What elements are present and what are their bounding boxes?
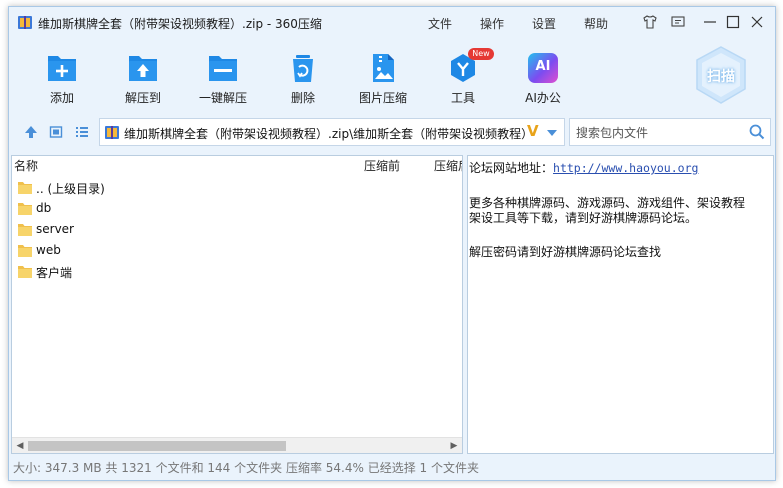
delete-button[interactable]: 删除: [268, 47, 338, 107]
verified-v-icon: V: [527, 122, 539, 140]
menu-help[interactable]: 帮助: [584, 15, 608, 32]
one-click-extract-label: 一键解压: [198, 91, 247, 105]
one-click-extract-button[interactable]: 一键解压: [188, 47, 258, 107]
delete-label: 删除: [290, 91, 315, 105]
archive-path-icon: [105, 126, 119, 139]
search-icon: [749, 124, 765, 140]
add-label: 添加: [49, 91, 74, 105]
forum-link[interactable]: http://www.haoyou.org: [553, 161, 698, 175]
forum-line: 论坛网站地址：http://www.haoyou.org: [469, 159, 698, 176]
file-row-name: db: [36, 201, 52, 215]
file-list-panel[interactable]: 名称 压缩前 压缩后 .. (上级目录) db server web 客户端 ◀…: [11, 155, 463, 454]
file-row-name: .. (上级目录): [36, 182, 105, 196]
thumbnail-view-icon: [49, 126, 63, 138]
file-row-client[interactable]: 客户端: [18, 262, 318, 282]
trash-icon: [293, 55, 313, 82]
new-badge-text: New: [472, 49, 490, 58]
menu-settings[interactable]: 设置: [532, 15, 556, 32]
view-thumbnail-button[interactable]: [46, 122, 66, 142]
archive-app-icon: [18, 16, 32, 29]
menu-operate[interactable]: 操作: [480, 15, 504, 32]
column-size-before[interactable]: 压缩前: [364, 156, 400, 176]
add-file-icon: [48, 56, 76, 81]
horizontal-scrollbar[interactable]: ◀ ▶: [12, 437, 462, 453]
image-compress-icon: [373, 54, 394, 82]
tools-label: 工具: [450, 91, 475, 105]
close-icon[interactable]: [748, 13, 766, 31]
column-size-after[interactable]: 压缩后: [434, 156, 462, 176]
image-compress-button[interactable]: 图片压缩: [348, 47, 418, 107]
folder-icon: [18, 203, 32, 215]
file-row-web[interactable]: web: [18, 241, 318, 261]
extract-folder-icon: [129, 56, 157, 81]
minimize-icon[interactable]: [701, 13, 719, 31]
maximize-icon[interactable]: [724, 13, 742, 31]
folder-icon: [18, 182, 32, 194]
folder-icon: [18, 224, 32, 236]
menu-file[interactable]: 文件: [428, 15, 452, 32]
tools-button[interactable]: New 工具: [428, 47, 498, 107]
window-title: 维加斯棋牌全套（附带架设视频教程）.zip - 360压缩: [38, 17, 322, 31]
title-bar[interactable]: 维加斯棋牌全套（附带架设视频教程）.zip - 360压缩 文件 操作 设置 帮…: [9, 7, 775, 37]
path-dropdown-button[interactable]: [543, 124, 561, 142]
archive-comment-panel: 论坛网站地址：http://www.haoyou.org 更多各种棋牌源码、游戏…: [467, 155, 774, 454]
info-line-3: 架设工具等下载，请到好游棋牌源码论坛。: [469, 211, 698, 225]
ai-office-label: AI办公: [525, 91, 561, 105]
column-name[interactable]: 名称: [14, 156, 38, 176]
info-line-4: 解压密码请到好游棋牌源码论坛查找: [469, 245, 662, 259]
ai-icon-text: AI: [535, 59, 551, 74]
extract-to-button[interactable]: 解压到: [108, 47, 178, 107]
file-row-name: web: [36, 243, 61, 257]
extract-to-label: 解压到: [124, 91, 161, 105]
new-badge: New: [468, 48, 494, 60]
file-row-name: server: [36, 222, 74, 236]
search-box[interactable]: [569, 118, 771, 146]
feedback-icon[interactable]: [669, 13, 687, 31]
scan-label: 扫描: [707, 69, 735, 85]
folder-icon: [18, 245, 32, 257]
add-button[interactable]: 添加: [27, 47, 97, 107]
file-row-db[interactable]: db: [18, 199, 318, 219]
scan-button[interactable]: 扫描: [693, 45, 749, 107]
path-text: 维加斯棋牌全套（附带架设视频教程）.zip\维加斯全套（附带架设视频教程）: [124, 127, 529, 141]
skin-shirt-icon[interactable]: [641, 13, 659, 31]
file-row-parent[interactable]: .. (上级目录): [18, 178, 318, 198]
status-bar: 大小: 347.3 MB 共 1321 个文件和 144 个文件夹 压缩率 54…: [13, 461, 479, 475]
one-click-extract-icon: [209, 56, 237, 81]
view-list-button[interactable]: [72, 122, 92, 142]
ai-office-button[interactable]: AI AI办公: [508, 47, 578, 107]
app-window: 维加斯棋牌全套（附带架设视频教程）.zip - 360压缩 文件 操作 设置 帮…: [8, 6, 776, 481]
path-bar[interactable]: 维加斯棋牌全套（附带架设视频教程）.zip\维加斯全套（附带架设视频教程） V: [99, 118, 565, 146]
file-row-server[interactable]: server: [18, 220, 318, 240]
chevron-down-icon: [547, 130, 557, 136]
forum-label: 论坛网站地址：: [469, 161, 554, 175]
ai-office-icon: AI: [528, 53, 558, 83]
scroll-right-icon[interactable]: ▶: [446, 438, 462, 453]
go-up-button[interactable]: [21, 122, 41, 142]
image-compress-label: 图片压缩: [358, 91, 407, 105]
search-button[interactable]: [748, 123, 766, 141]
list-view-icon: [76, 127, 88, 137]
search-input[interactable]: [576, 124, 736, 142]
arrow-up-icon: [25, 126, 37, 138]
file-row-name: 客户端: [36, 266, 73, 280]
scrollbar-thumb[interactable]: [28, 441, 286, 451]
scroll-left-icon[interactable]: ◀: [12, 438, 28, 453]
folder-icon: [18, 266, 32, 278]
